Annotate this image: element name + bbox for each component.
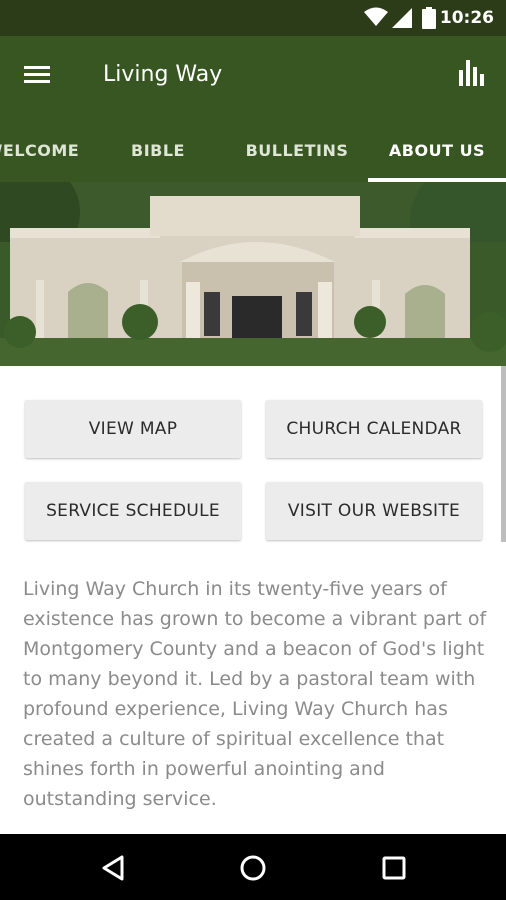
menu-icon: [24, 66, 54, 83]
menu-button[interactable]: [24, 62, 54, 92]
tab-welcome[interactable]: WELCOME: [0, 118, 102, 182]
scrollbar[interactable]: [501, 366, 506, 542]
church-calendar-button[interactable]: CHURCH CALENDAR: [266, 400, 482, 458]
visit-website-button[interactable]: VISIT OUR WEBSITE: [266, 482, 482, 540]
church-photo: [0, 182, 506, 366]
back-button[interactable]: [96, 850, 132, 886]
status-bar: 10:26: [0, 0, 506, 36]
clock: 10:26: [439, 8, 494, 28]
home-button[interactable]: [235, 850, 271, 886]
view-map-button[interactable]: VIEW MAP: [25, 400, 241, 458]
app-bar: Living Way: [0, 36, 506, 118]
wifi-icon: [364, 7, 388, 26]
app-title: Living Way: [103, 62, 223, 87]
tab-about-us[interactable]: ABOUT US: [388, 118, 486, 182]
about-content: VIEW MAP CHURCH CALENDAR SERVICE SCHEDUL…: [0, 366, 506, 834]
tab-bar: WELCOME BIBLE BULLETINS ABOUT US: [0, 118, 506, 182]
tab-bulletins[interactable]: BULLETINS: [232, 118, 362, 182]
home-icon: [240, 855, 266, 881]
battery-icon: [422, 7, 436, 29]
church-description: Living Way Church in its twenty-five yea…: [23, 578, 487, 810]
recents-icon: [382, 856, 406, 880]
signal-icon: [392, 8, 412, 28]
bar-chart-icon: [459, 60, 484, 86]
tab-bible[interactable]: BIBLE: [108, 118, 208, 182]
service-schedule-button[interactable]: SERVICE SCHEDULE: [25, 482, 241, 540]
stats-button[interactable]: [458, 58, 488, 88]
system-nav-bar: [0, 834, 506, 900]
back-icon: [102, 855, 124, 881]
recents-button[interactable]: [376, 850, 412, 886]
